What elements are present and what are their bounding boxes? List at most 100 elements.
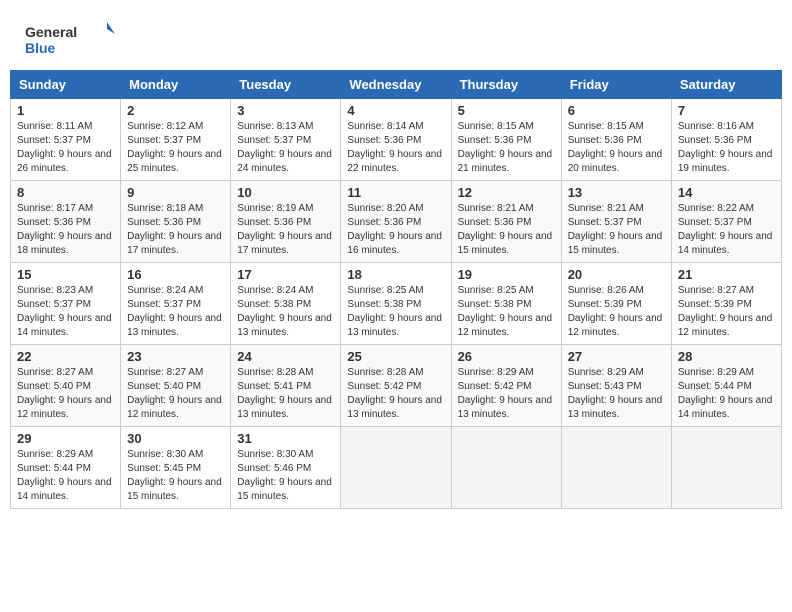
calendar-week-2: 8 Sunrise: 8:17 AMSunset: 5:36 PMDayligh…	[11, 181, 782, 263]
svg-text:Blue: Blue	[25, 40, 56, 56]
calendar-day-29: 29 Sunrise: 8:29 AMSunset: 5:44 PMDaylig…	[11, 427, 121, 509]
calendar-table: SundayMondayTuesdayWednesdayThursdayFrid…	[10, 70, 782, 509]
day-info: Sunrise: 8:27 AMSunset: 5:40 PMDaylight:…	[127, 366, 224, 422]
col-header-monday: Monday	[121, 71, 231, 99]
calendar-day-19: 19 Sunrise: 8:25 AMSunset: 5:38 PMDaylig…	[451, 263, 561, 345]
calendar-day-12: 12 Sunrise: 8:21 AMSunset: 5:36 PMDaylig…	[451, 181, 561, 263]
day-number: 21	[678, 267, 775, 282]
day-number: 6	[568, 103, 665, 118]
calendar-day-23: 23 Sunrise: 8:27 AMSunset: 5:40 PMDaylig…	[121, 345, 231, 427]
day-number: 25	[347, 349, 444, 364]
day-number: 12	[458, 185, 555, 200]
day-info: Sunrise: 8:30 AMSunset: 5:46 PMDaylight:…	[237, 448, 334, 504]
col-header-friday: Friday	[561, 71, 671, 99]
calendar-day-31: 31 Sunrise: 8:30 AMSunset: 5:46 PMDaylig…	[231, 427, 341, 509]
calendar-day-13: 13 Sunrise: 8:21 AMSunset: 5:37 PMDaylig…	[561, 181, 671, 263]
day-number: 1	[17, 103, 114, 118]
calendar-day-25: 25 Sunrise: 8:28 AMSunset: 5:42 PMDaylig…	[341, 345, 451, 427]
calendar-day-8: 8 Sunrise: 8:17 AMSunset: 5:36 PMDayligh…	[11, 181, 121, 263]
day-info: Sunrise: 8:30 AMSunset: 5:45 PMDaylight:…	[127, 448, 224, 504]
day-number: 14	[678, 185, 775, 200]
day-info: Sunrise: 8:29 AMSunset: 5:44 PMDaylight:…	[678, 366, 775, 422]
calendar-day-7: 7 Sunrise: 8:16 AMSunset: 5:36 PMDayligh…	[671, 99, 781, 181]
day-info: Sunrise: 8:29 AMSunset: 5:42 PMDaylight:…	[458, 366, 555, 422]
calendar-day-10: 10 Sunrise: 8:19 AMSunset: 5:36 PMDaylig…	[231, 181, 341, 263]
day-info: Sunrise: 8:25 AMSunset: 5:38 PMDaylight:…	[347, 284, 444, 340]
day-number: 3	[237, 103, 334, 118]
calendar-week-1: 1 Sunrise: 8:11 AMSunset: 5:37 PMDayligh…	[11, 99, 782, 181]
day-number: 11	[347, 185, 444, 200]
col-header-tuesday: Tuesday	[231, 71, 341, 99]
calendar-day-28: 28 Sunrise: 8:29 AMSunset: 5:44 PMDaylig…	[671, 345, 781, 427]
day-info: Sunrise: 8:26 AMSunset: 5:39 PMDaylight:…	[568, 284, 665, 340]
day-info: Sunrise: 8:25 AMSunset: 5:38 PMDaylight:…	[458, 284, 555, 340]
calendar-day-9: 9 Sunrise: 8:18 AMSunset: 5:36 PMDayligh…	[121, 181, 231, 263]
empty-cell	[451, 427, 561, 509]
calendar-week-3: 15 Sunrise: 8:23 AMSunset: 5:37 PMDaylig…	[11, 263, 782, 345]
calendar-day-14: 14 Sunrise: 8:22 AMSunset: 5:37 PMDaylig…	[671, 181, 781, 263]
day-number: 29	[17, 431, 114, 446]
day-info: Sunrise: 8:29 AMSunset: 5:44 PMDaylight:…	[17, 448, 114, 504]
day-info: Sunrise: 8:24 AMSunset: 5:37 PMDaylight:…	[127, 284, 224, 340]
calendar-week-5: 29 Sunrise: 8:29 AMSunset: 5:44 PMDaylig…	[11, 427, 782, 509]
calendar-day-22: 22 Sunrise: 8:27 AMSunset: 5:40 PMDaylig…	[11, 345, 121, 427]
day-info: Sunrise: 8:14 AMSunset: 5:36 PMDaylight:…	[347, 120, 444, 176]
logo: General Blue	[25, 20, 115, 60]
day-number: 15	[17, 267, 114, 282]
day-info: Sunrise: 8:27 AMSunset: 5:39 PMDaylight:…	[678, 284, 775, 340]
day-info: Sunrise: 8:28 AMSunset: 5:41 PMDaylight:…	[237, 366, 334, 422]
svg-text:General: General	[25, 24, 77, 40]
day-info: Sunrise: 8:12 AMSunset: 5:37 PMDaylight:…	[127, 120, 224, 176]
day-number: 16	[127, 267, 224, 282]
calendar-day-18: 18 Sunrise: 8:25 AMSunset: 5:38 PMDaylig…	[341, 263, 451, 345]
general-blue-logo-icon: General Blue	[25, 20, 115, 60]
calendar-day-27: 27 Sunrise: 8:29 AMSunset: 5:43 PMDaylig…	[561, 345, 671, 427]
day-number: 20	[568, 267, 665, 282]
day-number: 27	[568, 349, 665, 364]
day-info: Sunrise: 8:21 AMSunset: 5:37 PMDaylight:…	[568, 202, 665, 258]
calendar-day-17: 17 Sunrise: 8:24 AMSunset: 5:38 PMDaylig…	[231, 263, 341, 345]
page-header: General Blue	[10, 10, 782, 65]
day-number: 5	[458, 103, 555, 118]
day-number: 17	[237, 267, 334, 282]
day-info: Sunrise: 8:28 AMSunset: 5:42 PMDaylight:…	[347, 366, 444, 422]
day-info: Sunrise: 8:19 AMSunset: 5:36 PMDaylight:…	[237, 202, 334, 258]
day-info: Sunrise: 8:17 AMSunset: 5:36 PMDaylight:…	[17, 202, 114, 258]
day-number: 28	[678, 349, 775, 364]
day-info: Sunrise: 8:20 AMSunset: 5:36 PMDaylight:…	[347, 202, 444, 258]
day-info: Sunrise: 8:23 AMSunset: 5:37 PMDaylight:…	[17, 284, 114, 340]
day-info: Sunrise: 8:21 AMSunset: 5:36 PMDaylight:…	[458, 202, 555, 258]
calendar-day-16: 16 Sunrise: 8:24 AMSunset: 5:37 PMDaylig…	[121, 263, 231, 345]
calendar-day-5: 5 Sunrise: 8:15 AMSunset: 5:36 PMDayligh…	[451, 99, 561, 181]
day-info: Sunrise: 8:27 AMSunset: 5:40 PMDaylight:…	[17, 366, 114, 422]
day-number: 2	[127, 103, 224, 118]
day-number: 19	[458, 267, 555, 282]
col-header-thursday: Thursday	[451, 71, 561, 99]
day-number: 9	[127, 185, 224, 200]
day-number: 26	[458, 349, 555, 364]
calendar-day-3: 3 Sunrise: 8:13 AMSunset: 5:37 PMDayligh…	[231, 99, 341, 181]
day-number: 23	[127, 349, 224, 364]
calendar-day-21: 21 Sunrise: 8:27 AMSunset: 5:39 PMDaylig…	[671, 263, 781, 345]
calendar-day-11: 11 Sunrise: 8:20 AMSunset: 5:36 PMDaylig…	[341, 181, 451, 263]
day-number: 18	[347, 267, 444, 282]
calendar-day-20: 20 Sunrise: 8:26 AMSunset: 5:39 PMDaylig…	[561, 263, 671, 345]
calendar-header-row: SundayMondayTuesdayWednesdayThursdayFrid…	[11, 71, 782, 99]
day-info: Sunrise: 8:16 AMSunset: 5:36 PMDaylight:…	[678, 120, 775, 176]
col-header-wednesday: Wednesday	[341, 71, 451, 99]
calendar-day-6: 6 Sunrise: 8:15 AMSunset: 5:36 PMDayligh…	[561, 99, 671, 181]
calendar-day-2: 2 Sunrise: 8:12 AMSunset: 5:37 PMDayligh…	[121, 99, 231, 181]
day-number: 13	[568, 185, 665, 200]
day-info: Sunrise: 8:15 AMSunset: 5:36 PMDaylight:…	[458, 120, 555, 176]
day-number: 31	[237, 431, 334, 446]
calendar-day-30: 30 Sunrise: 8:30 AMSunset: 5:45 PMDaylig…	[121, 427, 231, 509]
empty-cell	[671, 427, 781, 509]
day-number: 4	[347, 103, 444, 118]
day-number: 10	[237, 185, 334, 200]
day-info: Sunrise: 8:29 AMSunset: 5:43 PMDaylight:…	[568, 366, 665, 422]
col-header-sunday: Sunday	[11, 71, 121, 99]
calendar-day-24: 24 Sunrise: 8:28 AMSunset: 5:41 PMDaylig…	[231, 345, 341, 427]
day-info: Sunrise: 8:15 AMSunset: 5:36 PMDaylight:…	[568, 120, 665, 176]
empty-cell	[561, 427, 671, 509]
day-info: Sunrise: 8:11 AMSunset: 5:37 PMDaylight:…	[17, 120, 114, 176]
